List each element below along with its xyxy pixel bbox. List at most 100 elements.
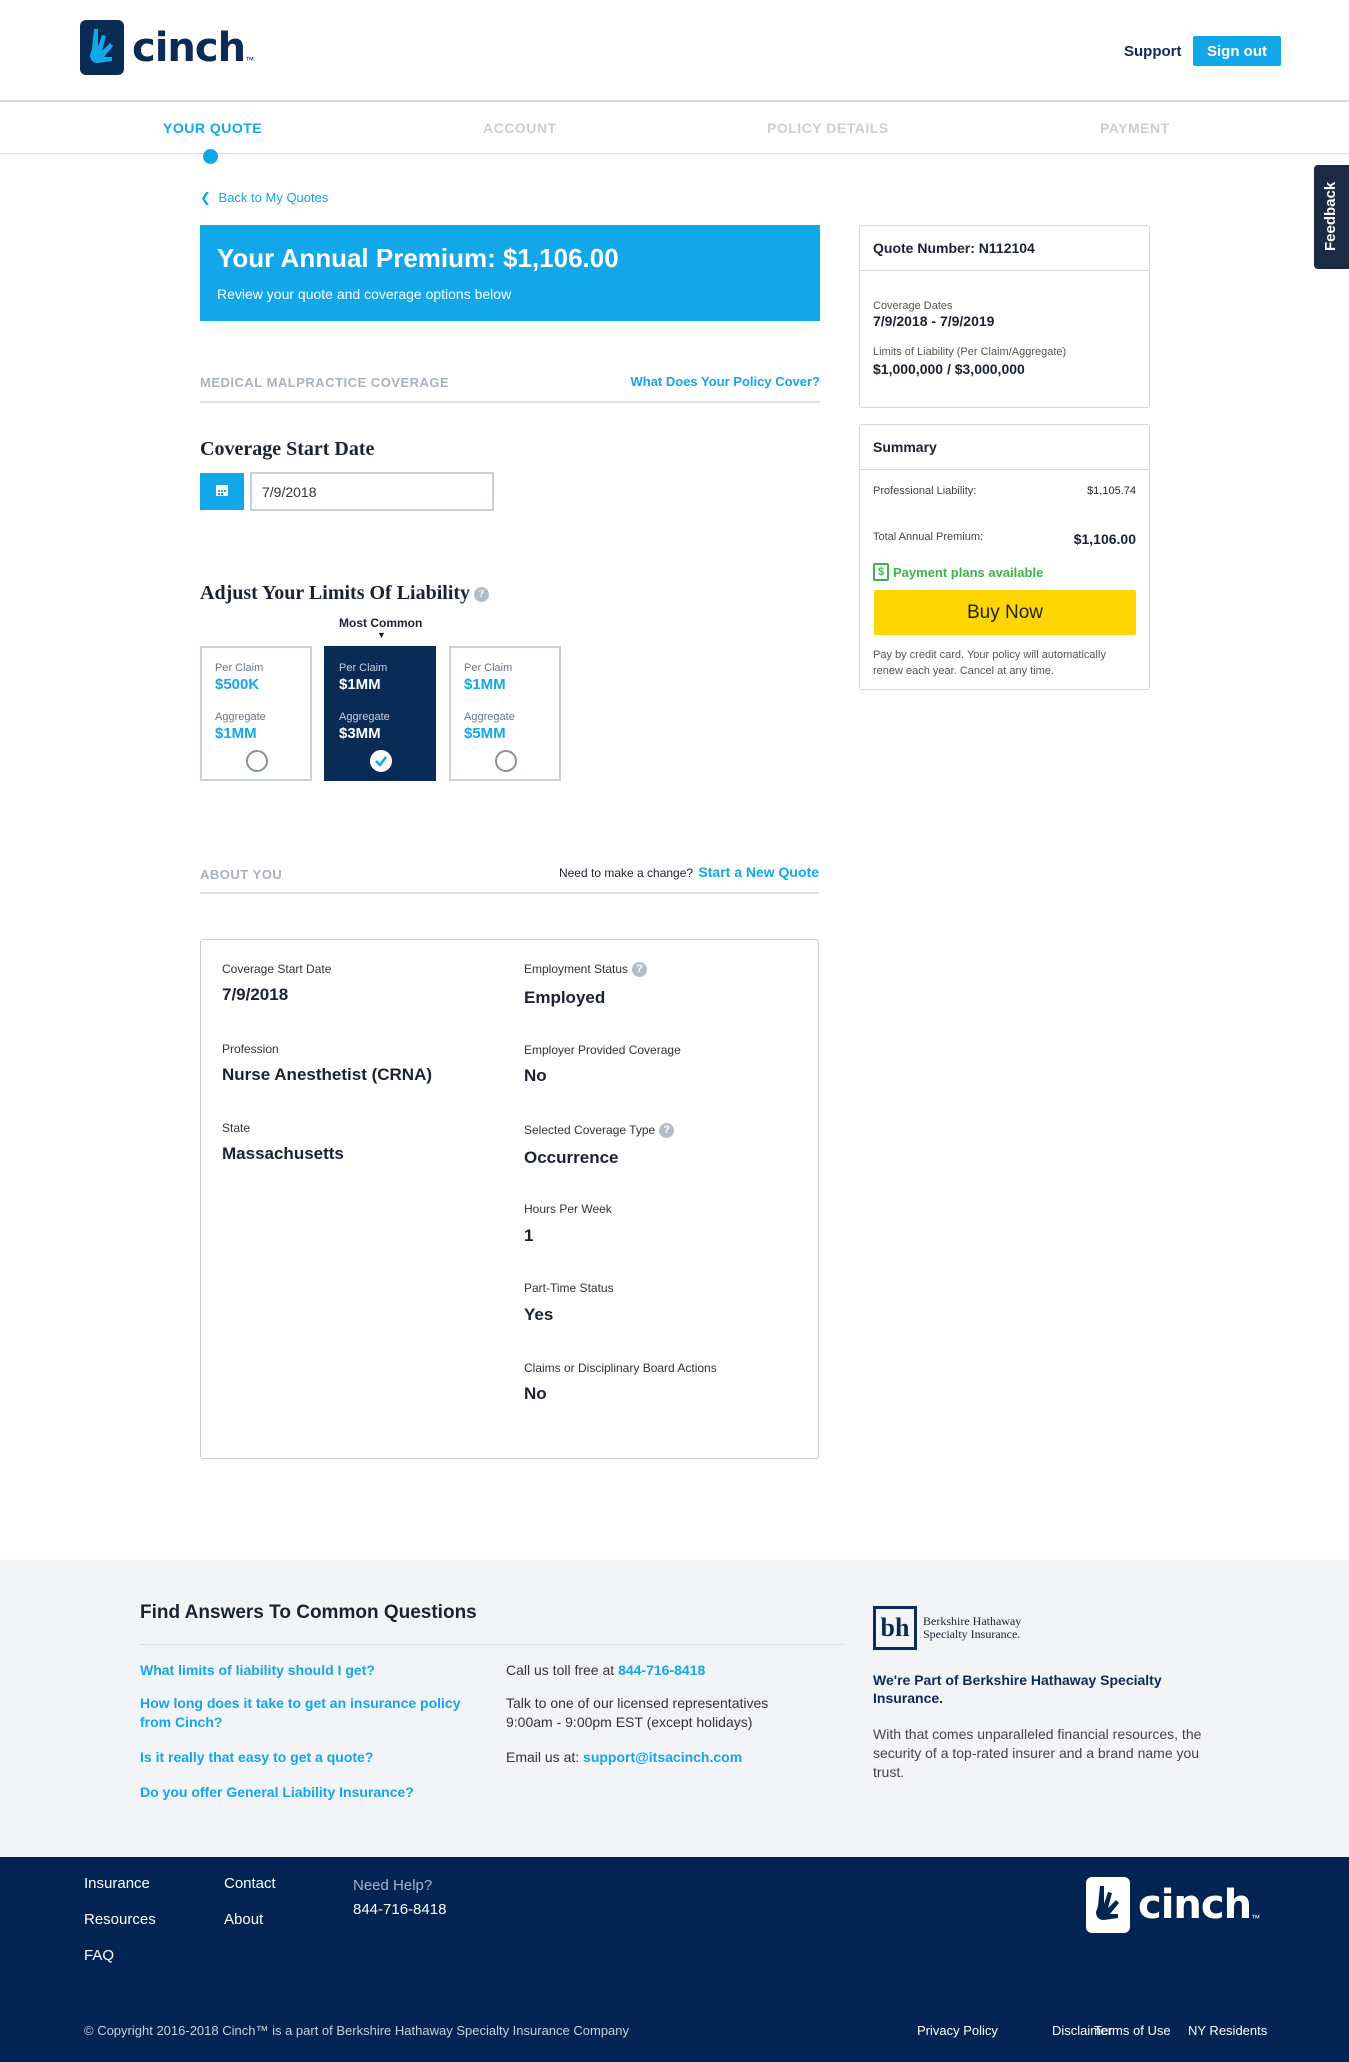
premium-subtitle: Review your quote and coverage options b… (217, 286, 512, 302)
logo-wordmark: cinch (132, 24, 246, 71)
limit-radio-checked[interactable] (370, 750, 392, 772)
limit-option-1mm-5mm[interactable]: Per Claim $1MM Aggregate $5MM (449, 646, 561, 781)
caret-down-icon: ▼ (377, 630, 386, 640)
cinch-logo[interactable]: cinch ™ (80, 20, 254, 75)
quote-number-card: Quote Number: N112104 Coverage Dates 7/9… (859, 225, 1150, 408)
bh-monogram-icon: bh (873, 1606, 917, 1650)
need-help-label: Need Help? (353, 1877, 433, 1894)
bh-text: With that comes unparalleled financial r… (873, 1726, 1202, 1780)
email-us: Email us at: support@itsacinch.com (506, 1748, 742, 1767)
per-claim-label: Per Claim (339, 662, 388, 674)
quote-number: Quote Number: N112104 (860, 226, 1149, 271)
footer-link-about[interactable]: About (224, 1911, 263, 1928)
change-text: Need to make a change? (558, 866, 694, 880)
sign-out-button[interactable]: Sign out (1193, 36, 1281, 66)
footer-link-terms[interactable]: Terms of Use (1094, 2023, 1171, 2038)
professional-liability-value: $1,105.74 (1087, 485, 1136, 497)
limit-option-500k-1mm[interactable]: Per Claim $500K Aggregate $1MM (200, 646, 312, 781)
faq-question-general-liability[interactable]: Do you offer General Liability Insurance… (140, 1783, 414, 1802)
footer-logo-trademark: ™ (1251, 1913, 1261, 1923)
faq-question-time[interactable]: How long does it take to get an insuranc… (140, 1694, 480, 1732)
coverage-start-date-input[interactable] (250, 472, 494, 511)
bh-heading: We're Part of Berkshire Hathaway Special… (873, 1672, 1162, 1706)
about-you-details: Coverage Start Date 7/9/2018 Profession … (200, 939, 819, 1459)
premium-title: Your Annual Premium: $1,106.00 (217, 243, 619, 273)
limits-heading: Adjust Your Limits Of Liability? (200, 582, 490, 605)
aggregate-value: $5MM (464, 725, 506, 742)
limit-option-1mm-3mm[interactable]: Per Claim $1MM Aggregate $3MM (324, 646, 436, 781)
faq-question-easy[interactable]: Is it really that easy to get a quote? (140, 1748, 373, 1767)
chevron-left-icon: ❮ (200, 190, 211, 205)
coverage-section-header: MEDICAL MALPRACTICE COVERAGE What Does Y… (200, 372, 820, 403)
aggregate-label: Aggregate (215, 711, 266, 723)
summary-title: Summary (860, 425, 1149, 470)
start-new-quote-link[interactable]: Start a New Quote (698, 864, 819, 880)
field-label-profession: Profession (222, 1042, 279, 1056)
total-premium-value: $1,106.00 (1073, 531, 1136, 547)
cinch-hand-icon (80, 20, 124, 75)
policy-cover-link[interactable]: What Does Your Policy Cover? (630, 374, 820, 389)
step-account: ACCOUNT (483, 120, 557, 136)
checkmark-icon (375, 756, 387, 767)
field-label-part-time: Part-Time Status (524, 1281, 614, 1295)
limit-radio[interactable] (495, 750, 517, 772)
field-value-hours: 1 (524, 1226, 534, 1245)
total-premium-label: Total Annual Premium: (873, 531, 984, 543)
per-claim-label: Per Claim (215, 662, 264, 674)
about-section-header: ABOUT YOU Need to make a change? Start a… (200, 864, 819, 894)
step-your-quote: YOUR QUOTE (163, 120, 263, 136)
footer-link-resources[interactable]: Resources (84, 1911, 156, 1928)
calendar-button[interactable] (200, 473, 244, 510)
field-value-part-time: Yes (524, 1305, 554, 1324)
footer-link-contact[interactable]: Contact (224, 1875, 276, 1892)
annual-premium-banner: Your Annual Premium: $1,106.00 Review yo… (200, 225, 820, 321)
call-us-text: Call us toll free at (506, 1662, 615, 1678)
field-value-employer-coverage: No (524, 1066, 547, 1085)
liability-limits-value: $1,000,000 / $3,000,000 (873, 361, 1025, 377)
field-value-start-date: 7/9/2018 (222, 985, 289, 1004)
feedback-tab[interactable]: Feedback (1314, 165, 1349, 269)
field-value-claims: No (524, 1384, 547, 1403)
aggregate-label: Aggregate (464, 711, 515, 723)
help-icon[interactable]: ? (474, 586, 490, 602)
footer-link-insurance[interactable]: Insurance (84, 1875, 150, 1892)
calendar-icon (216, 485, 228, 496)
footer-phone-link[interactable]: 844-716-8418 (353, 1901, 446, 1918)
step-policy-details: POLICY DETAILS (767, 120, 889, 136)
help-icon[interactable]: ? (659, 1123, 675, 1139)
footer-link-faq[interactable]: FAQ (84, 1947, 114, 1964)
field-label-employer-coverage: Employer Provided Coverage (524, 1043, 681, 1057)
logo-trademark: ™ (245, 55, 255, 65)
toll-free-phone-link[interactable]: 844-716-8418 (618, 1662, 705, 1678)
footer-cinch-logo[interactable]: cinch ™ (1086, 1877, 1260, 1933)
buy-now-button[interactable]: Buy Now (874, 590, 1136, 635)
payment-plans-notice: $ Payment plans available (873, 563, 1043, 581)
field-label-state: State (222, 1121, 251, 1135)
per-claim-value: $1MM (339, 676, 381, 693)
site-footer: Insurance Resources FAQ Contact About Ne… (0, 1857, 1349, 2062)
step-payment: PAYMENT (1100, 120, 1170, 136)
per-claim-value: $1MM (464, 676, 506, 693)
footer-link-privacy[interactable]: Privacy Policy (917, 2023, 998, 2038)
coverage-dates-value: 7/9/2018 - 7/9/2019 (873, 313, 995, 329)
aggregate-label: Aggregate (339, 711, 390, 723)
bh-logo-line2: Specialty Insurance. (923, 1627, 1021, 1641)
aggregate-value: $1MM (215, 725, 257, 742)
support-link[interactable]: Support (1124, 43, 1182, 60)
footer-logo-wordmark: cinch (1138, 1882, 1252, 1928)
summary-card: Summary Professional Liability: $1,105.7… (859, 424, 1150, 690)
field-label-claims: Claims or Disciplinary Board Actions (524, 1361, 717, 1375)
faq-question-limits[interactable]: What limits of liability should I get? (140, 1661, 375, 1680)
limit-radio[interactable] (246, 750, 268, 772)
feedback-label: Feedback (1322, 181, 1339, 251)
field-label-hours: Hours Per Week (524, 1202, 612, 1216)
support-email-link[interactable]: support@itsacinch.com (583, 1749, 742, 1765)
field-label-employment: Employment Status? (524, 962, 648, 978)
coverage-dates-label: Coverage Dates (873, 300, 953, 312)
help-icon[interactable]: ? (632, 962, 648, 978)
per-claim-label: Per Claim (464, 662, 513, 674)
about-section-label: ABOUT YOU (200, 867, 283, 882)
back-to-quotes-link[interactable]: ❮ Back to My Quotes (200, 190, 328, 206)
footer-link-ny-residents[interactable]: NY Residents (1188, 2023, 1267, 2038)
current-step-indicator (203, 149, 218, 164)
